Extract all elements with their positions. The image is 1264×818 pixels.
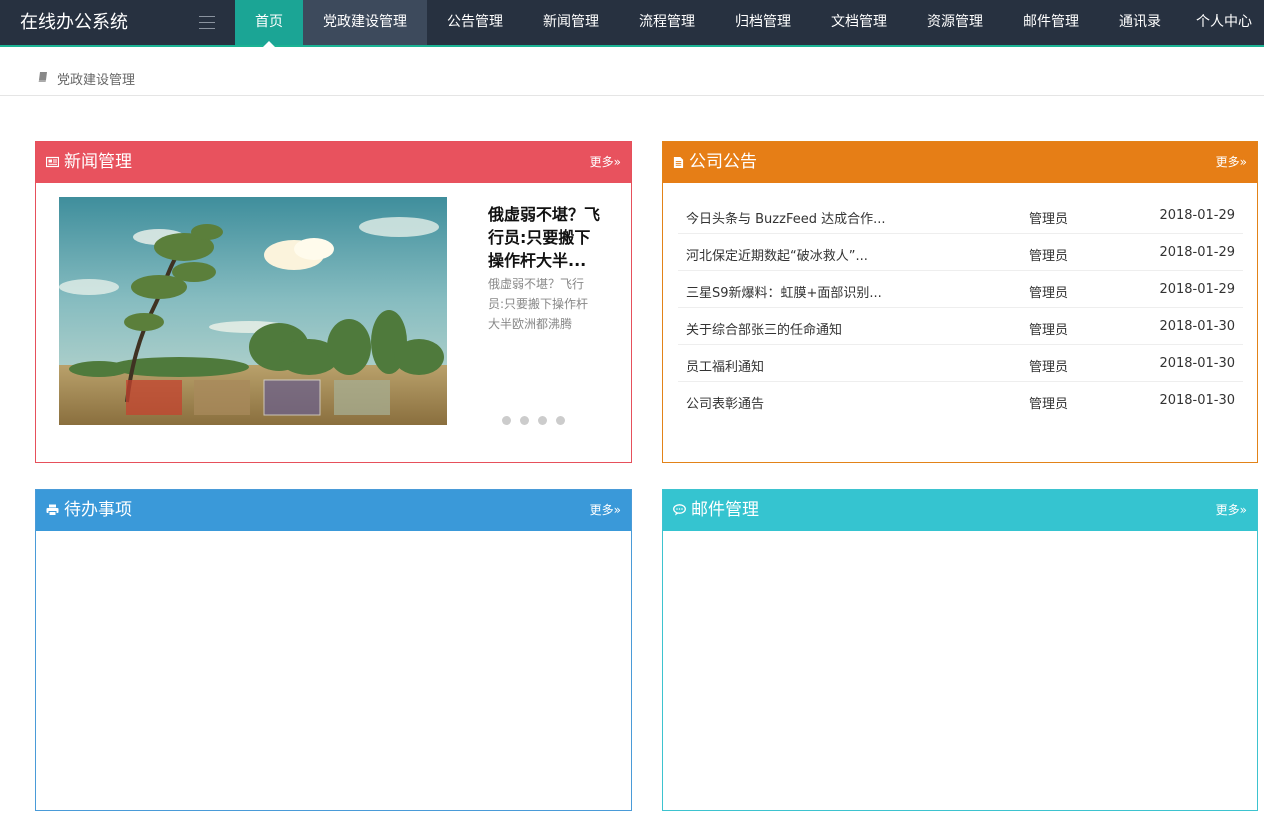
top-navbar: 在线办公系统 首页 党政建设管理 公告管理 新闻管理 流程管理 归档管理 文档管… [0,0,1264,47]
notice-title[interactable]: 三星S9新爆料：虹膜+面部识别... [686,282,882,301]
nav-item-contacts[interactable]: 通讯录 [1099,0,1181,45]
slide-dot[interactable] [502,416,511,425]
notice-title[interactable]: 关于综合部张三的任命通知 [686,319,842,338]
notice-date: 2018-01-29 [1159,245,1235,260]
notice-author: 管理员 [1029,397,1069,412]
news-summary: 俄虚弱不堪？飞行员:只要搬下操作杆大半欧洲都沸腾 [488,277,589,331]
list-item[interactable]: 公司表彰通告 管理员 2018-01-30 [678,382,1243,419]
slide-indicators [502,416,574,425]
notice-panel: 公司公告 更多» 今日头条与 BuzzFeed 达成合作... 管理员 2018… [662,141,1258,463]
mail-panel-title: 邮件管理 [691,500,759,520]
book-icon [38,72,47,82]
notice-more-link[interactable]: 更多» [1216,142,1247,182]
printer-icon [46,504,59,516]
nav-item-home[interactable]: 首页 [235,0,303,47]
todo-panel-title: 待办事项 [64,500,132,520]
notice-panel-header: 公司公告 更多» [663,142,1257,183]
notice-list: 今日头条与 BuzzFeed 达成合作... 管理员 2018-01-29 河北… [678,197,1243,419]
news-panel-title: 新闻管理 [64,152,132,172]
news-slide-image[interactable] [59,197,447,425]
notice-title[interactable]: 员工福利通知 [686,356,764,375]
document-icon [673,157,684,168]
mail-panel: 邮件管理 更多» [662,489,1258,811]
notice-date: 2018-01-29 [1159,208,1235,223]
list-item[interactable]: 三星S9新爆料：虹膜+面部识别... 管理员 2018-01-29 [678,271,1243,308]
notice-author: 管理员 [1029,249,1069,264]
slide-dot[interactable] [520,416,529,425]
news-panel: 新闻管理 更多» 俄虚弱不堪？飞行员:只要搬下操作杆大半... 俄虚弱不堪？飞行… [35,141,632,463]
notice-date: 2018-01-30 [1159,319,1235,334]
nav-item-archive[interactable]: 归档管理 [715,0,811,45]
nav-item-party-building[interactable]: 党政建设管理 [303,0,427,45]
slide-dot[interactable] [556,416,565,425]
main-nav: 首页 党政建设管理 公告管理 新闻管理 流程管理 归档管理 文档管理 资源管理 … [235,0,1264,47]
list-item[interactable]: 关于综合部张三的任命通知 管理员 2018-01-30 [678,308,1243,345]
news-more-link[interactable]: 更多» [590,142,621,182]
nav-item-news[interactable]: 新闻管理 [523,0,619,45]
nav-item-profile[interactable]: 个人中心 [1181,0,1264,45]
mail-more-link[interactable]: 更多» [1216,490,1247,530]
nav-item-documents[interactable]: 文档管理 [811,0,907,45]
newspaper-icon [46,156,59,168]
app-title[interactable]: 在线办公系统 [20,0,128,45]
notice-panel-title: 公司公告 [689,152,757,172]
nav-item-workflow[interactable]: 流程管理 [619,0,715,45]
notice-author: 管理员 [1029,360,1069,375]
todo-panel: 待办事项 更多» [35,489,632,811]
notice-date: 2018-01-30 [1159,356,1235,371]
notice-title[interactable]: 公司表彰通告 [686,393,764,412]
menu-toggle-icon[interactable] [199,16,215,29]
nav-item-mail[interactable]: 邮件管理 [1003,0,1099,45]
notice-title[interactable]: 今日头条与 BuzzFeed 达成合作... [686,208,885,227]
notice-date: 2018-01-30 [1159,393,1235,408]
landscape-photo [59,197,447,425]
notice-author: 管理员 [1029,323,1069,338]
breadcrumb-label[interactable]: 党政建设管理 [57,69,135,88]
notice-title[interactable]: 河北保定近期数起“破冰救人”... [686,245,868,264]
nav-item-announcements[interactable]: 公告管理 [427,0,523,45]
nav-item-resources[interactable]: 资源管理 [907,0,1003,45]
news-panel-header: 新闻管理 更多» [36,142,631,183]
todo-more-link[interactable]: 更多» [590,490,621,530]
todo-panel-header: 待办事项 更多» [36,490,631,531]
list-item[interactable]: 今日头条与 BuzzFeed 达成合作... 管理员 2018-01-29 [678,197,1243,234]
news-headline[interactable]: 俄虚弱不堪？飞行员:只要搬下操作杆大半... [488,203,606,272]
chat-icon [673,504,686,516]
notice-author: 管理员 [1029,286,1069,301]
notice-date: 2018-01-29 [1159,282,1235,297]
breadcrumb: 党政建设管理 [0,47,1264,96]
notice-author: 管理员 [1029,212,1069,227]
slide-dot[interactable] [538,416,547,425]
list-item[interactable]: 员工福利通知 管理员 2018-01-30 [678,345,1243,382]
list-item[interactable]: 河北保定近期数起“破冰救人”... 管理员 2018-01-29 [678,234,1243,271]
mail-panel-header: 邮件管理 更多» [663,490,1257,531]
